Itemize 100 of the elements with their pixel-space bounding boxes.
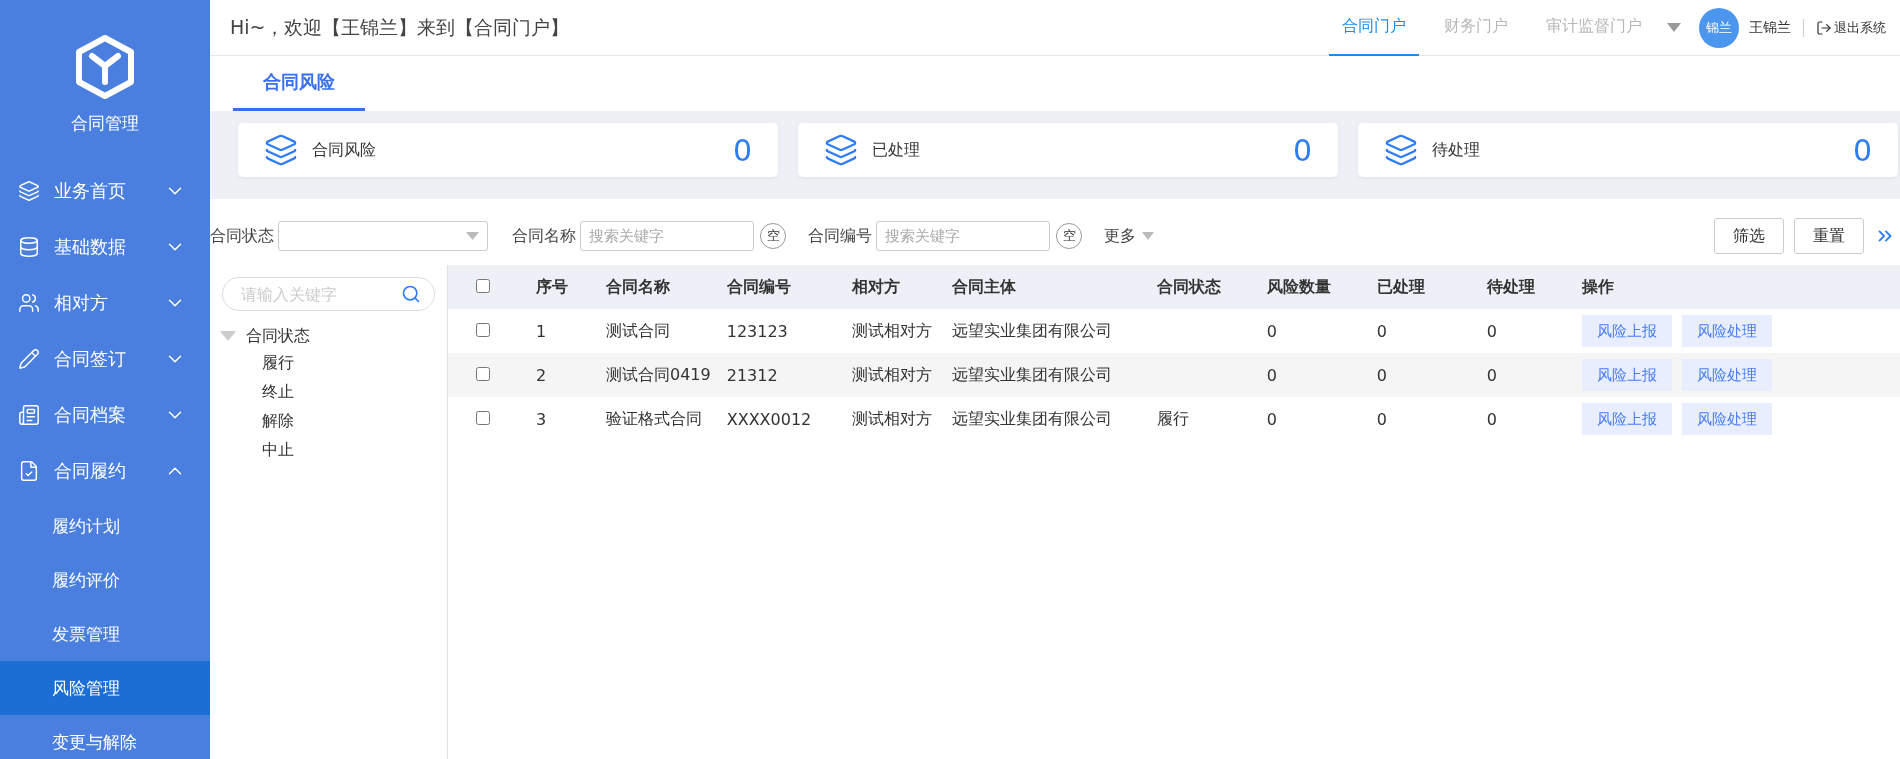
table-cell: 0 <box>1486 321 1497 341</box>
table-cell: 3 <box>536 409 547 429</box>
action-button[interactable]: 风险处理 <box>1681 403 1772 435</box>
table-cell: 0 <box>1486 409 1497 429</box>
stat-label: 合同风险 <box>312 139 377 161</box>
sidebar-item[interactable]: 相对方 <box>0 275 210 331</box>
sidebar-item[interactable]: 合同履约 <box>0 443 210 499</box>
table-cell: 0 <box>1266 409 1277 429</box>
sidebar-item[interactable]: 业务首页 <box>0 163 210 219</box>
document-check-icon <box>18 460 40 482</box>
users-icon <box>18 292 40 314</box>
table-cell: 测试合同 <box>606 320 670 340</box>
table-cell: 0 <box>1376 321 1387 341</box>
welcome-text: Hi~，欢迎【王锦兰】来到【合同门户】 <box>230 14 571 40</box>
sidebar-subitem[interactable]: 发票管理 <box>0 607 210 661</box>
action-button[interactable]: 风险处理 <box>1681 315 1772 347</box>
row-checkbox[interactable] <box>476 366 490 381</box>
sidebar-item[interactable]: 合同档案 <box>0 387 210 443</box>
column-header: 合同状态 <box>1156 276 1221 296</box>
column-header: 待处理 <box>1486 276 1535 296</box>
caret-icon <box>1142 232 1154 240</box>
layers-icon <box>264 133 298 167</box>
sidebar-subitem[interactable]: 变更与解除 <box>0 715 210 759</box>
portal-tab[interactable]: 审计监督门户 <box>1533 0 1655 56</box>
clear-button[interactable]: 空 <box>1056 223 1082 249</box>
column-header: 序号 <box>536 276 568 296</box>
table-cell: 0 <box>1376 409 1387 429</box>
action-button[interactable]: 风险上报 <box>1581 359 1672 391</box>
document-icon <box>18 404 40 426</box>
column-header: 已处理 <box>1376 276 1425 296</box>
user-name: 王锦兰 <box>1749 18 1804 37</box>
user-avatar[interactable]: 锦兰 <box>1699 7 1739 48</box>
search-field[interactable]: 搜索关键字 <box>580 221 754 251</box>
page-tab[interactable]: 合同风险 <box>233 56 365 111</box>
filter-label: 合同名称 <box>512 225 576 247</box>
tree-node[interactable]: 履行 <box>222 349 435 378</box>
filter-label: 合同编号 <box>808 225 872 247</box>
sidebar-subitem[interactable]: 履约计划 <box>0 499 210 553</box>
stat-value: 0 <box>1292 132 1312 168</box>
table-cell: 远望实业集团有限公司 <box>951 408 1112 428</box>
column-header: 操作 <box>1581 276 1614 296</box>
table-cell: 验证格式合同 <box>606 408 702 428</box>
table-cell: 123123 <box>726 321 788 341</box>
filter-label: 合同状态 <box>210 225 274 247</box>
brand-title: 合同管理 <box>71 112 139 135</box>
sidebar-item[interactable]: 合同签订 <box>0 331 210 387</box>
caret-icon <box>466 232 479 240</box>
action-button[interactable]: 风险处理 <box>1681 359 1772 391</box>
table-cell: 0 <box>1376 365 1387 385</box>
sidebar-subitem[interactable]: 风险管理 <box>0 661 210 715</box>
column-header: 合同名称 <box>606 276 670 296</box>
logout-icon <box>1816 19 1832 36</box>
table-cell: 2 <box>536 365 547 385</box>
stat-value: 0 <box>732 132 752 168</box>
column-header: 合同主体 <box>951 276 1016 296</box>
table-cell: 测试相对方 <box>851 408 932 428</box>
database-icon <box>18 236 40 258</box>
layers-icon <box>824 133 858 167</box>
tree-node[interactable]: 解除 <box>222 407 435 436</box>
table-cell: 0 <box>1486 365 1497 385</box>
table-cell: 测试相对方 <box>851 364 932 384</box>
sidebar-item[interactable]: 基础数据 <box>0 219 210 275</box>
table-cell: XXXX0012 <box>726 409 812 429</box>
toolbar-button[interactable]: 重置 <box>1794 218 1864 254</box>
table-cell: 测试相对方 <box>851 320 932 340</box>
tree-node[interactable]: 合同状态 <box>246 325 310 347</box>
select-all-checkbox[interactable] <box>476 278 490 293</box>
toolbar-button[interactable]: 筛选 <box>1714 218 1784 254</box>
table-cell: 测试合同0419 <box>606 364 711 384</box>
search-icon[interactable] <box>401 284 421 304</box>
column-header: 相对方 <box>851 276 900 296</box>
logout-link[interactable]: 退出系统 <box>1816 18 1886 37</box>
column-header: 合同编号 <box>726 276 791 296</box>
table-cell: 履行 <box>1156 408 1189 428</box>
row-checkbox[interactable] <box>476 322 490 337</box>
stat-label: 已处理 <box>872 139 921 161</box>
stat-value: 0 <box>1852 132 1872 168</box>
row-checkbox[interactable] <box>476 410 490 425</box>
table-cell: 远望实业集团有限公司 <box>951 364 1112 384</box>
table-cell: 21312 <box>726 365 778 385</box>
layers-icon <box>1384 133 1418 167</box>
more-filter[interactable]: 更多 <box>1104 225 1136 247</box>
portal-tab[interactable]: 财务门户 <box>1431 0 1521 56</box>
table-cell: 1 <box>536 321 547 341</box>
table-cell: 0 <box>1266 365 1277 385</box>
search-field[interactable]: 搜索关键字 <box>876 221 1050 251</box>
sidebar-subitem[interactable]: 履约评价 <box>0 553 210 607</box>
column-header: 风险数量 <box>1266 276 1331 296</box>
action-button[interactable]: 风险上报 <box>1581 403 1672 435</box>
pencil-icon <box>18 348 40 370</box>
table-cell: 远望实业集团有限公司 <box>951 320 1112 340</box>
hexagon-logo-icon <box>74 34 136 100</box>
dropdown-caret-icon[interactable] <box>1667 23 1681 32</box>
table-cell: 0 <box>1266 321 1277 341</box>
stat-label: 待处理 <box>1432 139 1481 161</box>
tree-node[interactable]: 终止 <box>222 378 435 407</box>
clear-button[interactable]: 空 <box>760 223 786 249</box>
layers-icon <box>18 180 40 202</box>
tree-node[interactable]: 中止 <box>222 436 435 465</box>
action-button[interactable]: 风险上报 <box>1581 315 1672 347</box>
